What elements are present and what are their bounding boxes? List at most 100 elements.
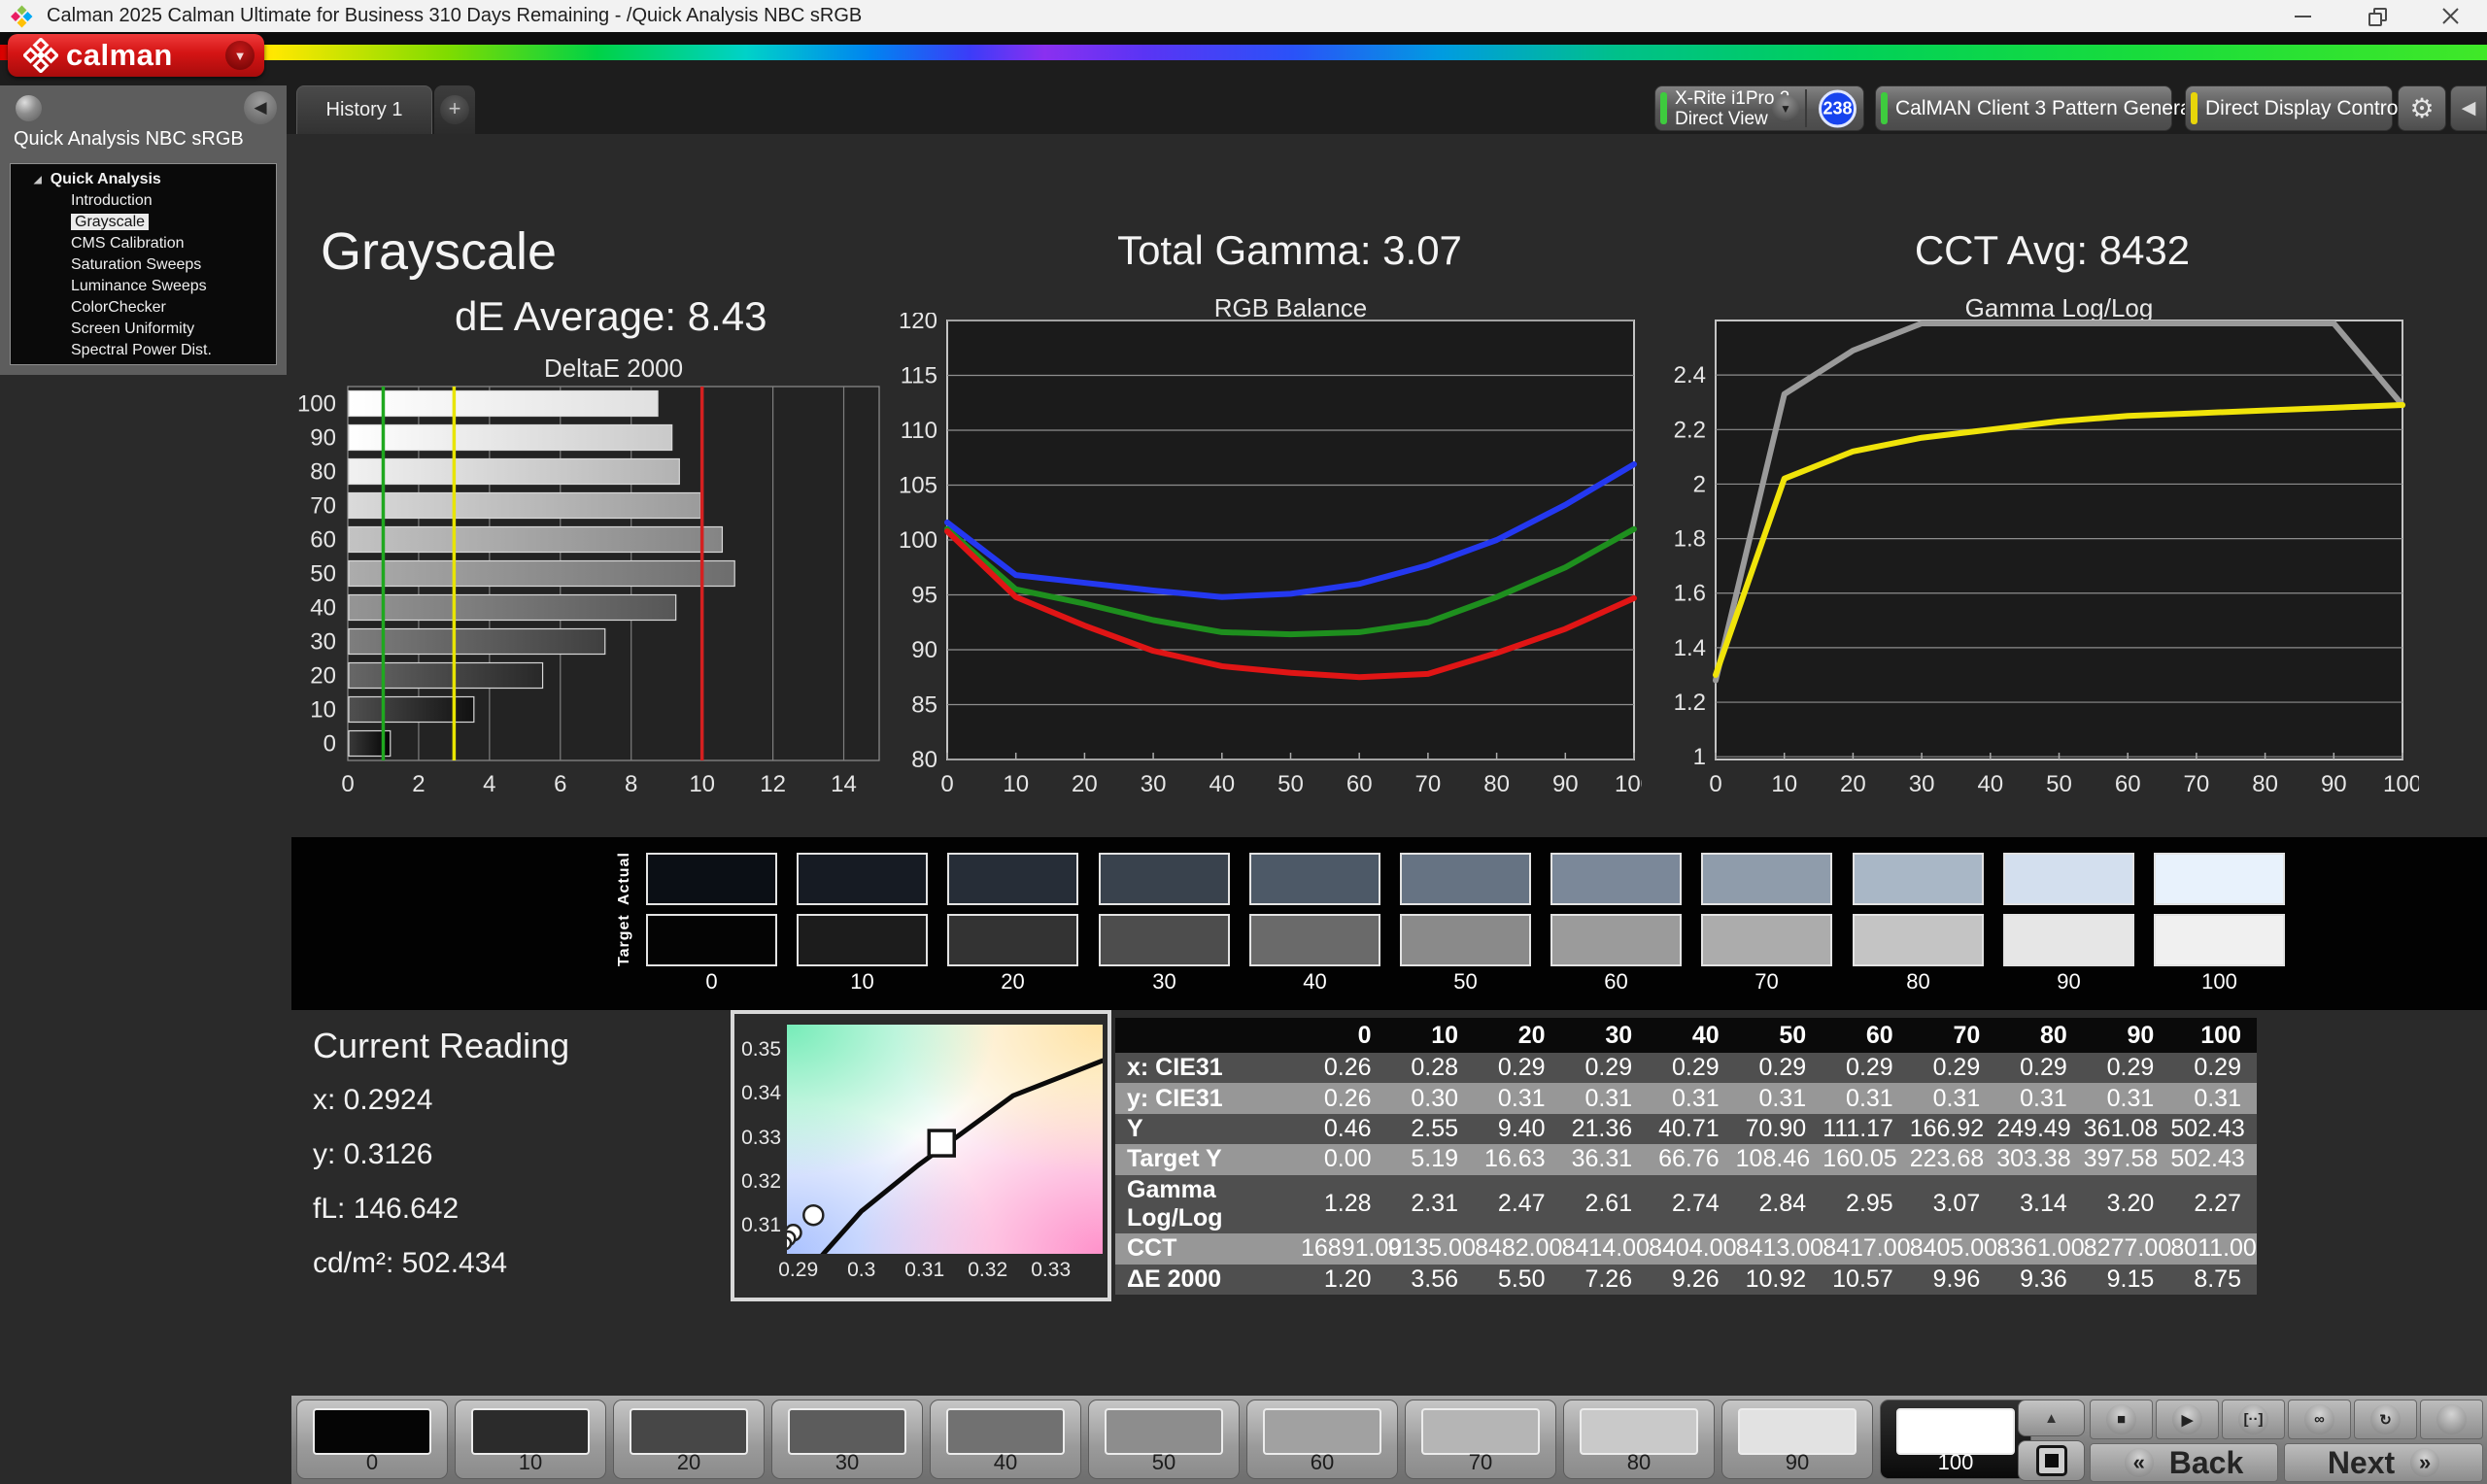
pattern-button-80[interactable]: 80 (1563, 1400, 1715, 1479)
svg-text:4: 4 (483, 771, 495, 797)
window-icon (2036, 1445, 2067, 1476)
tab-history-1[interactable]: History 1 (296, 85, 432, 134)
pattern-window-button[interactable] (2018, 1440, 2085, 1481)
chevrons-left-icon: « (2125, 1448, 2154, 1477)
cie-xtick-label: 0.32 (954, 1259, 1022, 1282)
pattern-swatch (1263, 1408, 1381, 1455)
pattern-button-10[interactable]: 10 (455, 1400, 606, 1479)
calman-menu-button[interactable]: calman ▼ (8, 34, 264, 77)
table-cell: 223.68 (1909, 1144, 1996, 1174)
svg-text:80: 80 (1483, 771, 1510, 797)
svg-text:40: 40 (310, 595, 336, 622)
pattern-swatch (1105, 1408, 1223, 1455)
pattern-swatch (1738, 1408, 1857, 1455)
table-cell: 0.31 (1995, 1083, 2083, 1113)
sidebar-collapse-button[interactable]: ◀ (244, 91, 277, 124)
sidebar-item-luminance-sweeps[interactable]: Luminance Sweeps (11, 276, 276, 297)
table-cell: 9.26 (1648, 1265, 1735, 1295)
calman-logo-text: calman (66, 38, 173, 73)
tree-root-quick-analysis[interactable]: ◢Quick Analysis (11, 169, 276, 190)
table-cell: 8404.00 (1648, 1233, 1735, 1264)
tree-expander-icon[interactable]: ◢ (34, 175, 42, 186)
pattern-button-30[interactable]: 30 (771, 1400, 923, 1479)
refresh-button[interactable]: ↻ (2354, 1400, 2417, 1439)
meter-count-badge[interactable]: 238 (1819, 89, 1857, 127)
back-button[interactable]: « Back (2090, 1443, 2278, 1482)
pattern-up-button[interactable]: ▲ (2018, 1400, 2085, 1436)
meter-dropdown[interactable]: X-Rite i1Pro 2 Direct View ▼ 238 (1654, 85, 1864, 131)
add-tab-button[interactable]: + (434, 85, 475, 134)
table-cell: 8405.00 (1909, 1233, 1996, 1264)
svg-text:2: 2 (412, 771, 425, 797)
stop-button[interactable]: ■ (2090, 1400, 2153, 1439)
svg-text:70: 70 (2184, 771, 2210, 797)
sidebar-item-screen-uniformity[interactable]: Screen Uniformity (11, 319, 276, 340)
table-col-header-30: 30 (1561, 1018, 1649, 1053)
minimize-button[interactable] (2266, 0, 2339, 32)
sidebar-pin-button[interactable] (16, 95, 42, 121)
pattern-label: 60 (1247, 1450, 1397, 1475)
pattern-label: 10 (456, 1450, 605, 1475)
table-cell: 10.92 (1735, 1265, 1823, 1295)
table-cell: 0.31 (1822, 1083, 1909, 1113)
toolbar-collapse-button[interactable]: ◀ (2450, 85, 2487, 131)
svg-text:80: 80 (911, 747, 937, 773)
table-cell: 7.26 (1561, 1265, 1649, 1295)
pattern-button-100[interactable]: 100 (1880, 1400, 2031, 1479)
swatch-column-label: 60 (1550, 969, 1682, 995)
svg-text:14: 14 (831, 771, 857, 797)
current-reading-title: Current Reading (313, 1026, 569, 1066)
table-cell: 16891.00 (1300, 1233, 1387, 1264)
sidebar-item-introduction[interactable]: Introduction (11, 190, 276, 212)
cie-xtick-label: 0.33 (1017, 1259, 1085, 1282)
target-swatch-0 (646, 914, 777, 966)
pattern-button-40[interactable]: 40 (930, 1400, 1081, 1479)
chevron-left-icon: ◀ (254, 98, 266, 118)
sidebar-item-cms-calibration[interactable]: CMS Calibration (11, 233, 276, 254)
svg-text:2.2: 2.2 (1674, 417, 1706, 443)
pattern-label: 30 (772, 1450, 922, 1475)
pattern-button-0[interactable]: 0 (296, 1400, 448, 1479)
close-button[interactable] (2413, 0, 2487, 32)
pattern-button-90[interactable]: 90 (1721, 1400, 1873, 1479)
pattern-button-50[interactable]: 50 (1088, 1400, 1240, 1479)
display-control-dropdown[interactable]: Direct Display Control ▼ (2185, 85, 2393, 131)
svg-text:60: 60 (310, 527, 336, 554)
cie-chart-overlay (787, 1025, 1103, 1254)
interval-button[interactable]: [··] (2222, 1400, 2285, 1439)
loop-button[interactable]: ∞ (2288, 1400, 2351, 1439)
settings-button[interactable]: ⚙ (2398, 85, 2446, 131)
table-cell: 2.84 (1735, 1175, 1823, 1234)
table-cell: 108.46 (1735, 1144, 1823, 1174)
table-col-header-50: 50 (1735, 1018, 1823, 1053)
sidebar-item-spectral-power-dist[interactable]: Spectral Power Dist. (11, 340, 276, 361)
pattern-generator-dropdown[interactable]: CalMAN Client 3 Pattern Generator ▼ (1875, 85, 2172, 131)
sidebar-item-colorchecker[interactable]: ColorChecker (11, 297, 276, 319)
next-button[interactable]: Next » (2284, 1443, 2483, 1482)
svg-text:0: 0 (341, 771, 354, 797)
table-cell: 0.31 (1474, 1083, 1561, 1113)
svg-text:30: 30 (1141, 771, 1167, 797)
table-row-gamma-log-log: Gamma Log/Log1.282.312.472.612.742.842.9… (1115, 1175, 2257, 1234)
pattern-button-60[interactable]: 60 (1246, 1400, 1398, 1479)
svg-text:50: 50 (310, 561, 336, 588)
svg-text:10: 10 (1003, 771, 1029, 797)
table-row-label: x: CIE31 (1115, 1053, 1300, 1083)
svg-text:1.8: 1.8 (1674, 526, 1706, 553)
sidebar-item-grayscale[interactable]: Grayscale (11, 212, 276, 233)
window-titlebar: Calman 2025 Calman Ultimate for Business… (0, 0, 2487, 32)
extra-button[interactable] (2420, 1400, 2483, 1439)
restore-button[interactable] (2339, 0, 2413, 32)
table-row-label: CCT (1115, 1233, 1300, 1264)
svg-text:30: 30 (310, 629, 336, 656)
pattern-button-70[interactable]: 70 (1405, 1400, 1556, 1479)
target-marker (929, 1130, 954, 1156)
actual-row-label: Actual (614, 853, 635, 905)
svg-text:10: 10 (689, 771, 715, 797)
pattern-swatch (946, 1408, 1065, 1455)
play-button[interactable]: ▶ (2156, 1400, 2219, 1439)
target-swatch-90 (2003, 914, 2134, 966)
actual-swatch-90 (2003, 853, 2134, 905)
sidebar-item-saturation-sweeps[interactable]: Saturation Sweeps (11, 254, 276, 276)
pattern-button-20[interactable]: 20 (613, 1400, 765, 1479)
